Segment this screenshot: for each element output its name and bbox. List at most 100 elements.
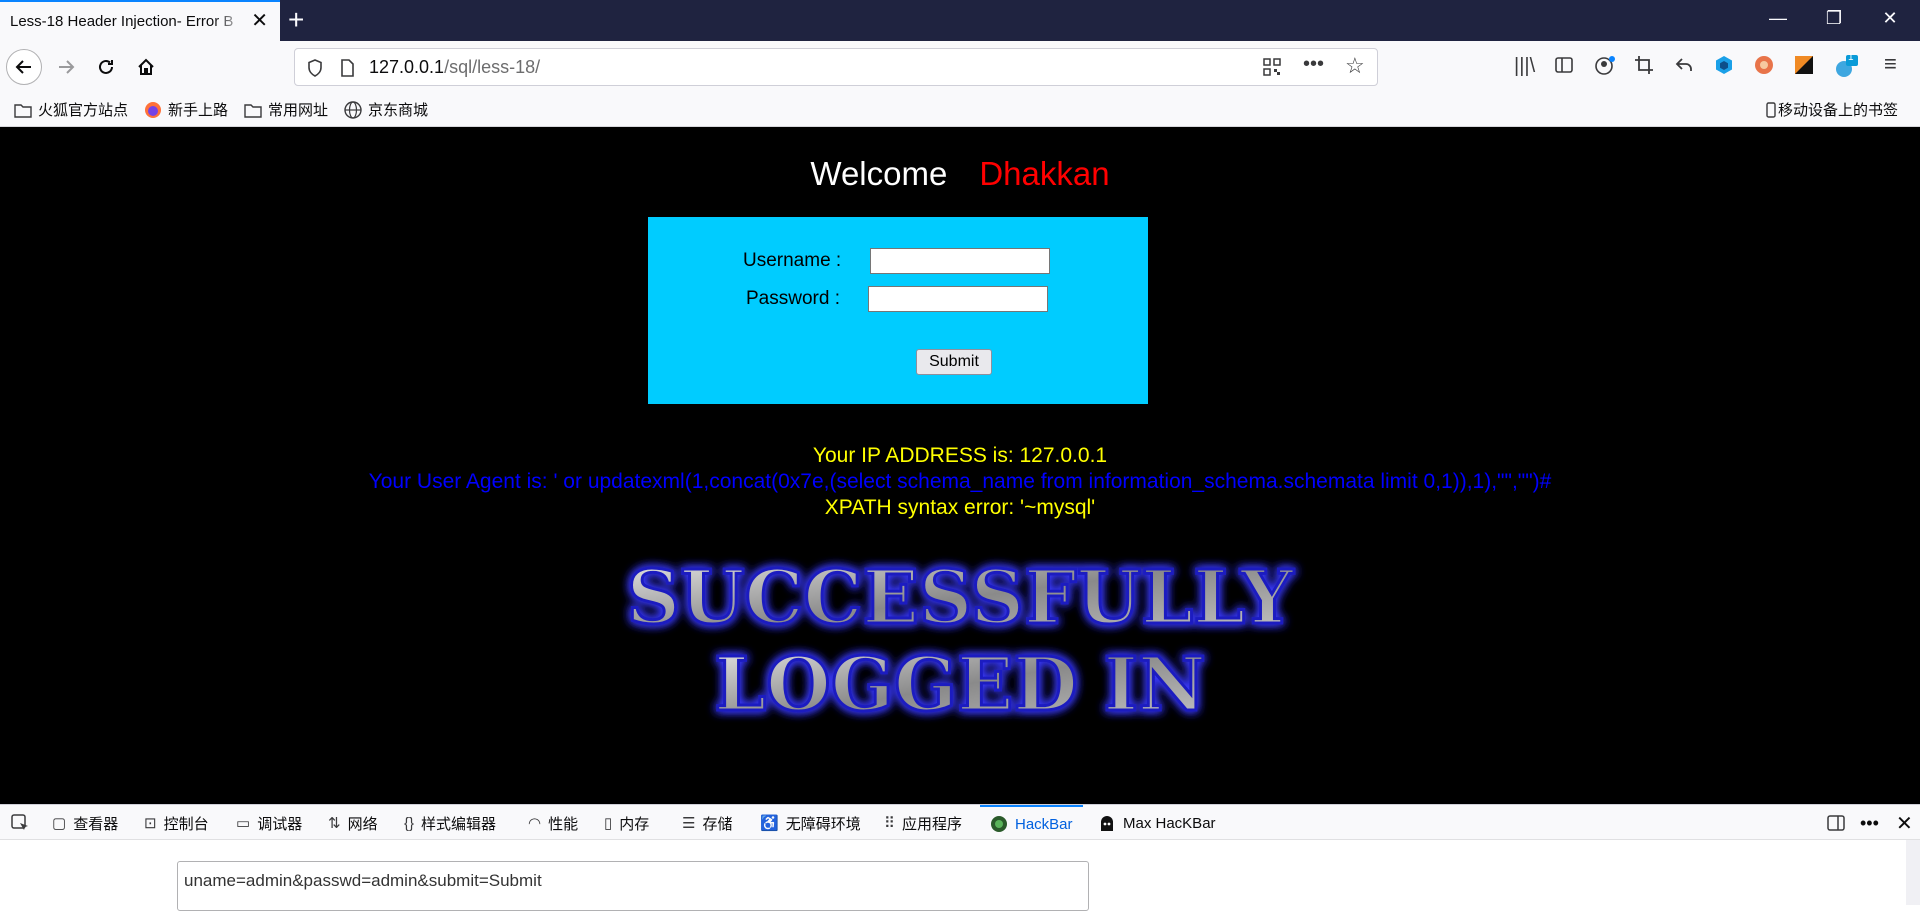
back-button[interactable] [6, 49, 42, 85]
bookmark-label: 火狐官方站点 [38, 102, 129, 119]
element-picker-icon[interactable] [10, 805, 30, 841]
home-icon [138, 58, 154, 75]
panel-scrollbar[interactable] [1906, 840, 1920, 905]
bookmark-label: 京东商城 [368, 102, 429, 119]
library-icon[interactable]: |||\ [1514, 55, 1538, 79]
tab-label: 存储 [702, 815, 733, 833]
devtools-tab-inspector[interactable]: ▢ 查看器 [52, 805, 118, 841]
folder-icon [14, 103, 32, 118]
extension-triangle-icon[interactable] [1794, 55, 1818, 79]
memory-icon: ▯ [604, 815, 613, 832]
inspector-icon: ▢ [52, 815, 67, 832]
tab-label: HackBar [1015, 815, 1073, 833]
shield-icon[interactable] [307, 59, 323, 77]
devtools-tab-application[interactable]: ⠿ 应用程序 [884, 805, 962, 841]
forward-button[interactable] [48, 49, 84, 85]
devtools-tab-console[interactable]: ⊡ 控制台 [144, 805, 209, 841]
window-close-icon[interactable]: ✕ [1862, 8, 1918, 29]
success-text-line1: SUCCESSFULLY [627, 555, 1295, 641]
extension-translate-icon[interactable]: 1 [1834, 52, 1858, 79]
submit-button[interactable]: Submit [916, 349, 992, 375]
bookmark-item-jingdong[interactable]: 京东商城 [344, 99, 428, 120]
qr-code-icon[interactable] [1263, 58, 1281, 76]
bookmark-item-xinshou[interactable]: 新手上路 [144, 99, 228, 120]
hackbar-post-data-input[interactable]: uname=admin&passwd=admin&submit=Submit [177, 861, 1089, 911]
devtools-tab-max-hackbar[interactable]: Max HacKBar [1098, 805, 1216, 841]
tab-label: 控制台 [163, 815, 209, 833]
devtools-tab-accessibility[interactable]: ♿ 无障碍环境 [760, 805, 861, 841]
style-editor-icon: {} [404, 814, 415, 832]
storage-icon: ☰ [682, 815, 696, 832]
bookmark-star-icon[interactable]: ☆ [1345, 53, 1365, 79]
mobile-bookmarks-label: 移动设备上的书签 [1778, 102, 1899, 119]
xpath-error-text: XPATH syntax error: '~mysql' [824, 496, 1096, 519]
dock-side-icon[interactable] [1826, 805, 1846, 841]
devtools-tab-memory[interactable]: ▯ 内存 [604, 805, 649, 841]
bookmark-item-changyong[interactable]: 常用网址 [244, 99, 328, 120]
navigation-toolbar: 127.0.0.1/sql/less-18/ ••• ☆ |||\ 1 ≡ [0, 41, 1920, 91]
mobile-device-icon [1766, 101, 1776, 118]
mobile-bookmarks[interactable]: 移动设备上的书签 [1766, 99, 1898, 120]
page-actions-icon[interactable]: ••• [1303, 53, 1324, 76]
undo-icon[interactable] [1674, 55, 1698, 79]
tab-label: 性能 [548, 815, 579, 833]
bookmark-label: 常用网址 [268, 102, 329, 119]
tab-label: 样式编辑器 [421, 815, 497, 833]
devtools-tab-hackbar[interactable]: HackBar [980, 805, 1083, 841]
devtools-toolbar: ▢ 查看器 ⊡ 控制台 ▭ 调试器 ⇅ 网络 {} 样式编辑器 ◠ 性能 ▯ 内存 ☰ 存储 ♿… [0, 804, 1920, 840]
username-input[interactable] [870, 248, 1050, 274]
user-agent-text: Your User Agent is: ' or updatexml(1,con… [368, 470, 1552, 493]
application-icon: ⠿ [884, 815, 895, 832]
tab-label: 无障碍环境 [785, 815, 861, 833]
debugger-icon: ▭ [236, 815, 251, 832]
reload-icon [99, 59, 113, 74]
username-label: Username : [743, 250, 842, 271]
password-input[interactable] [868, 286, 1048, 312]
account-icon[interactable] [1594, 55, 1618, 79]
devtools-tab-style-editor[interactable]: {} 样式编辑器 [404, 805, 496, 841]
tab-strip: Less-18 Header Injection- Error B ✕ + — … [0, 0, 1920, 41]
menu-icon[interactable]: ≡ [1884, 51, 1908, 76]
devtools-menu-icon[interactable]: ••• [1860, 805, 1879, 841]
devtools-tab-debugger[interactable]: ▭ 调试器 [236, 805, 302, 841]
login-form: Username : Password : Submit [648, 217, 1148, 404]
url-bar[interactable]: 127.0.0.1/sql/less-18/ ••• ☆ [294, 48, 1378, 86]
devtools-close-icon[interactable]: ✕ [1896, 805, 1913, 841]
home-button[interactable] [128, 49, 164, 85]
reload-button[interactable] [88, 49, 124, 85]
extension-orange-icon[interactable] [1754, 55, 1778, 79]
devtools-tab-storage[interactable]: ☰ 存储 [682, 805, 732, 841]
extension-cube-icon[interactable] [1714, 55, 1738, 79]
console-icon: ⊡ [144, 815, 157, 832]
ip-address-text: Your IP ADDRESS is: 127.0.0.1 [812, 444, 1108, 467]
sidebar-icon[interactable] [1554, 55, 1578, 79]
welcome-label: Welcome [810, 155, 948, 192]
crop-icon[interactable] [1634, 55, 1658, 79]
success-image: SUCCESSFULLY LOGGED IN [625, 554, 1296, 730]
minimize-icon[interactable]: — [1750, 8, 1806, 29]
back-arrow-icon [15, 60, 31, 74]
devtools-tab-performance[interactable]: ◠ 性能 [528, 805, 578, 841]
welcome-name: Dhakkan [979, 155, 1110, 192]
network-icon: ⇅ [328, 815, 341, 832]
devtools-tab-network[interactable]: ⇅ 网络 [328, 805, 378, 841]
tab-label: 查看器 [73, 815, 119, 833]
tab-close-icon[interactable]: ✕ [251, 11, 268, 31]
browser-tab[interactable]: Less-18 Header Injection- Error B ✕ [0, 0, 280, 41]
restore-icon[interactable]: ❐ [1806, 8, 1862, 29]
hackbar-icon [991, 816, 1007, 832]
extension-badge: 1 [1848, 52, 1854, 63]
bookmarks-toolbar: 火狐官方站点 新手上路 常用网址 京东商城 移动设备上的书签 [0, 91, 1920, 127]
tab-title: Less-18 Header Injection- Error B [10, 13, 234, 30]
tab-label: 内存 [619, 815, 650, 833]
max-hackbar-icon [1101, 816, 1113, 831]
page-icon[interactable] [339, 59, 355, 77]
new-tab-icon[interactable]: + [288, 6, 304, 34]
url-path: /sql/less-18/ [444, 57, 541, 77]
bookmark-item-huohu[interactable]: 火狐官方站点 [14, 99, 128, 120]
tab-label: 应用程序 [902, 815, 963, 833]
accessibility-icon: ♿ [760, 815, 779, 832]
globe-icon [344, 100, 362, 119]
hackbar-panel: uname=admin&passwd=admin&submit=Submit [0, 840, 1920, 911]
url-text[interactable]: 127.0.0.1/sql/less-18/ [369, 57, 540, 78]
